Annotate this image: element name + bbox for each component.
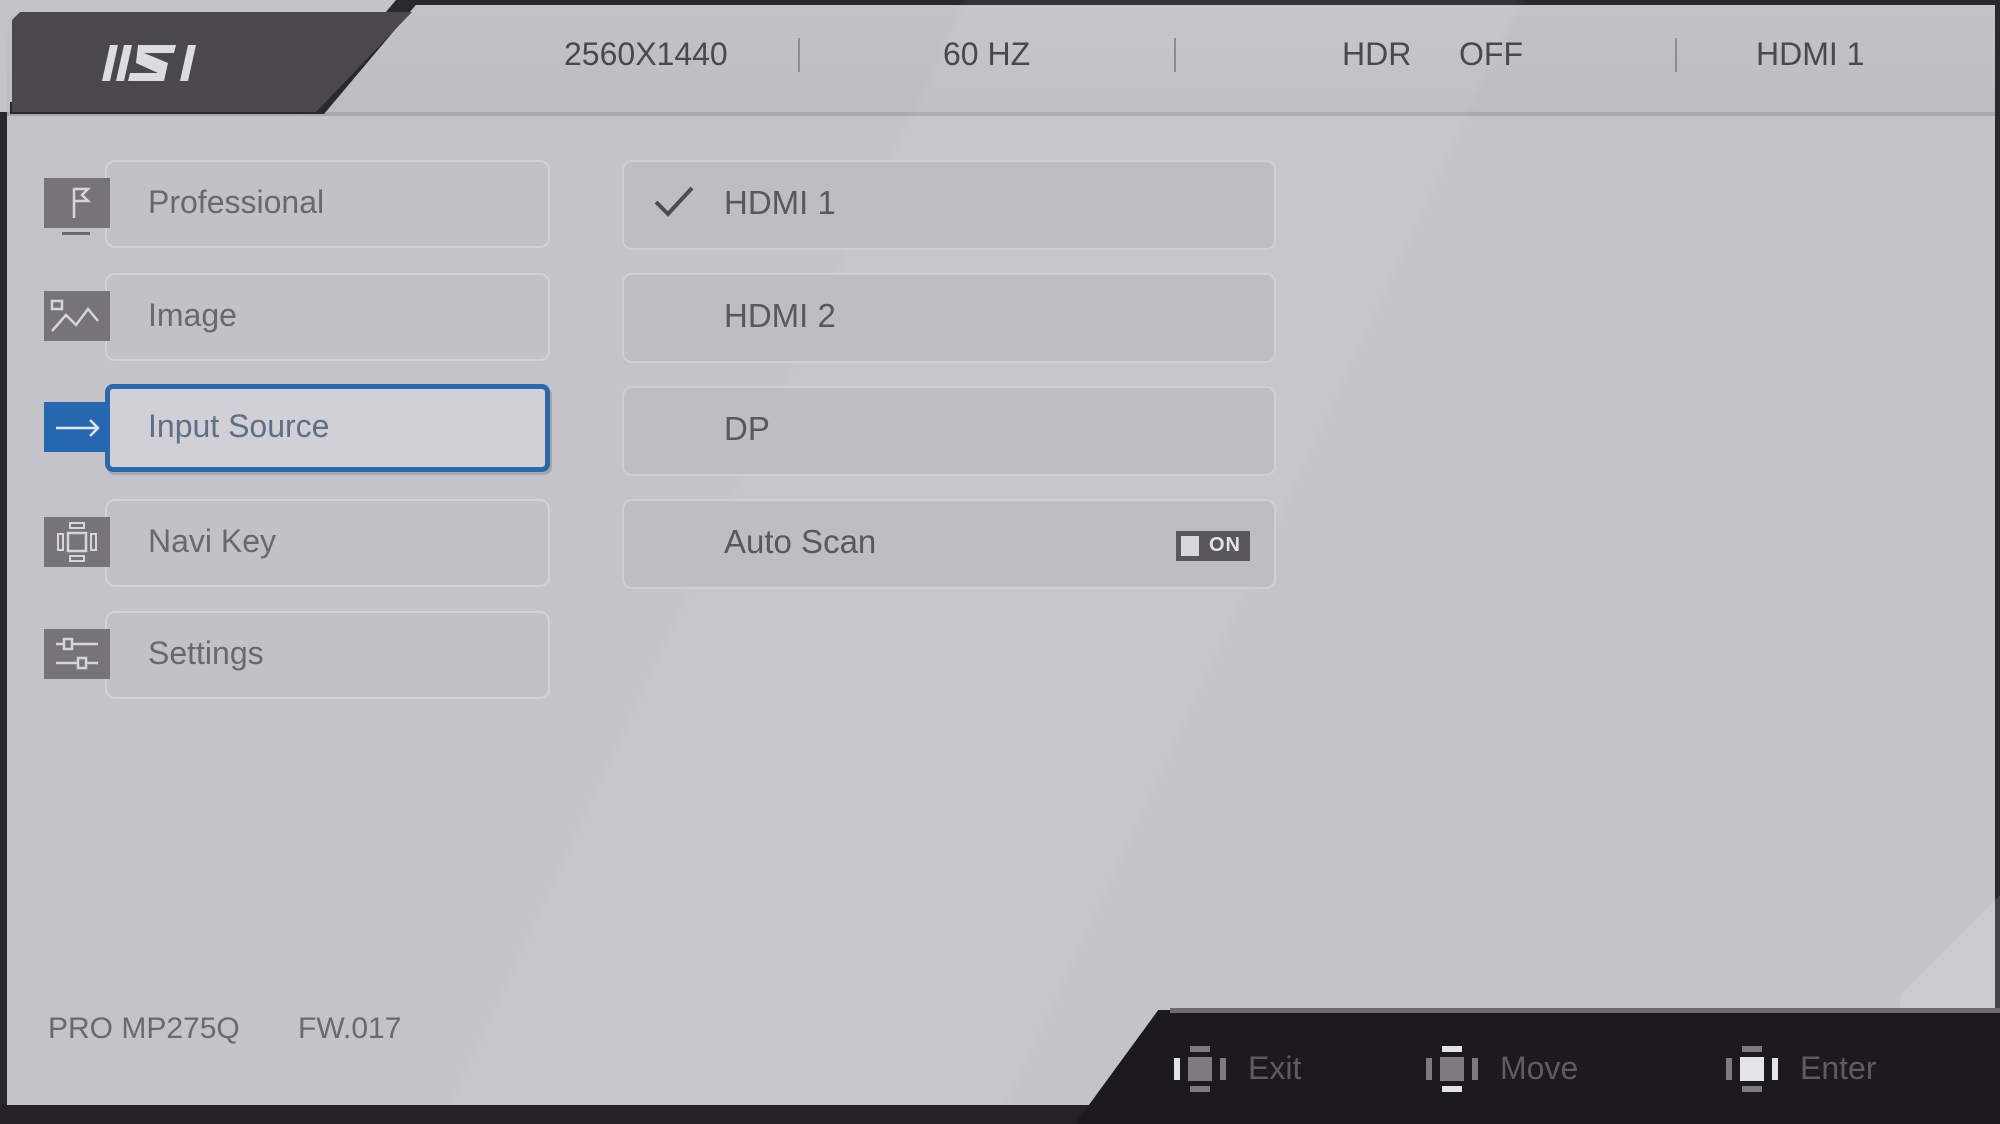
menu-item-navi-key[interactable]: Navi Key bbox=[40, 499, 550, 589]
option-label: DP bbox=[724, 410, 770, 447]
option-auto-scan[interactable]: Auto Scan ON bbox=[622, 499, 1276, 589]
joystick-press-icon bbox=[1726, 1046, 1778, 1092]
joystick-left-icon bbox=[1174, 1046, 1226, 1092]
resolution-status: 2560X1440 bbox=[564, 36, 728, 72]
menu-item-label: Navi Key bbox=[148, 523, 277, 559]
menu-item-professional[interactable]: Professional bbox=[40, 160, 550, 250]
option-dp[interactable]: DP bbox=[622, 386, 1276, 476]
checkmark-icon bbox=[654, 186, 694, 217]
joystick-updown-icon bbox=[1426, 1046, 1478, 1092]
nav-hint-label: Enter bbox=[1800, 1050, 1877, 1086]
menu-item-label: Professional bbox=[148, 184, 325, 220]
corner-decoration bbox=[1900, 880, 2000, 1010]
auto-scan-toggle[interactable]: ON bbox=[1176, 531, 1250, 561]
option-label: HDMI 1 bbox=[724, 184, 836, 221]
firmware-version: FW.017 bbox=[298, 1012, 402, 1045]
model-name: PRO MP275Q bbox=[48, 1012, 240, 1045]
menu-item-input-source[interactable]: Input Source bbox=[40, 384, 550, 474]
input-status: HDMI 1 bbox=[1756, 36, 1865, 72]
osd-screen: MSI 2560X1440 60 HZ HDR OFF HDMI 1 Profe… bbox=[0, 0, 2000, 1124]
frame-border-top bbox=[405, 0, 2000, 5]
status-separator bbox=[798, 38, 800, 72]
hdr-value: OFF bbox=[1459, 36, 1523, 72]
option-hdmi-2[interactable]: HDMI 2 bbox=[622, 273, 1276, 363]
menu-item-label: Image bbox=[148, 297, 237, 333]
nav-bar-edge bbox=[1170, 1008, 2000, 1013]
image-icon bbox=[44, 291, 110, 341]
toggle-state: ON bbox=[1209, 534, 1241, 556]
menu-item-label: Input Source bbox=[148, 408, 330, 444]
msi-logo-icon bbox=[102, 45, 196, 81]
menu-item-settings[interactable]: Settings bbox=[40, 611, 550, 701]
menu-item-label: Settings bbox=[148, 635, 264, 671]
navi-key-icon bbox=[44, 517, 110, 567]
status-separator bbox=[1174, 38, 1176, 72]
icon-underline bbox=[62, 232, 90, 235]
hdr-label: HDR bbox=[1342, 36, 1412, 72]
nav-hint-label: Move bbox=[1500, 1050, 1579, 1086]
status-separator bbox=[1675, 38, 1677, 72]
option-hdmi-1[interactable]: HDMI 1 bbox=[622, 160, 1276, 250]
option-label: Auto Scan bbox=[724, 523, 877, 560]
option-label: HDMI 2 bbox=[724, 297, 836, 334]
frame-border-left bbox=[0, 112, 7, 1112]
flag-icon bbox=[44, 178, 110, 228]
menu-item-image[interactable]: Image bbox=[40, 273, 550, 363]
arrow-right-icon bbox=[44, 402, 110, 452]
sliders-icon bbox=[44, 629, 110, 679]
nav-hint-label: Exit bbox=[1248, 1050, 1302, 1086]
refresh-rate-status: 60 HZ bbox=[943, 36, 1031, 72]
toggle-knob bbox=[1181, 536, 1199, 556]
